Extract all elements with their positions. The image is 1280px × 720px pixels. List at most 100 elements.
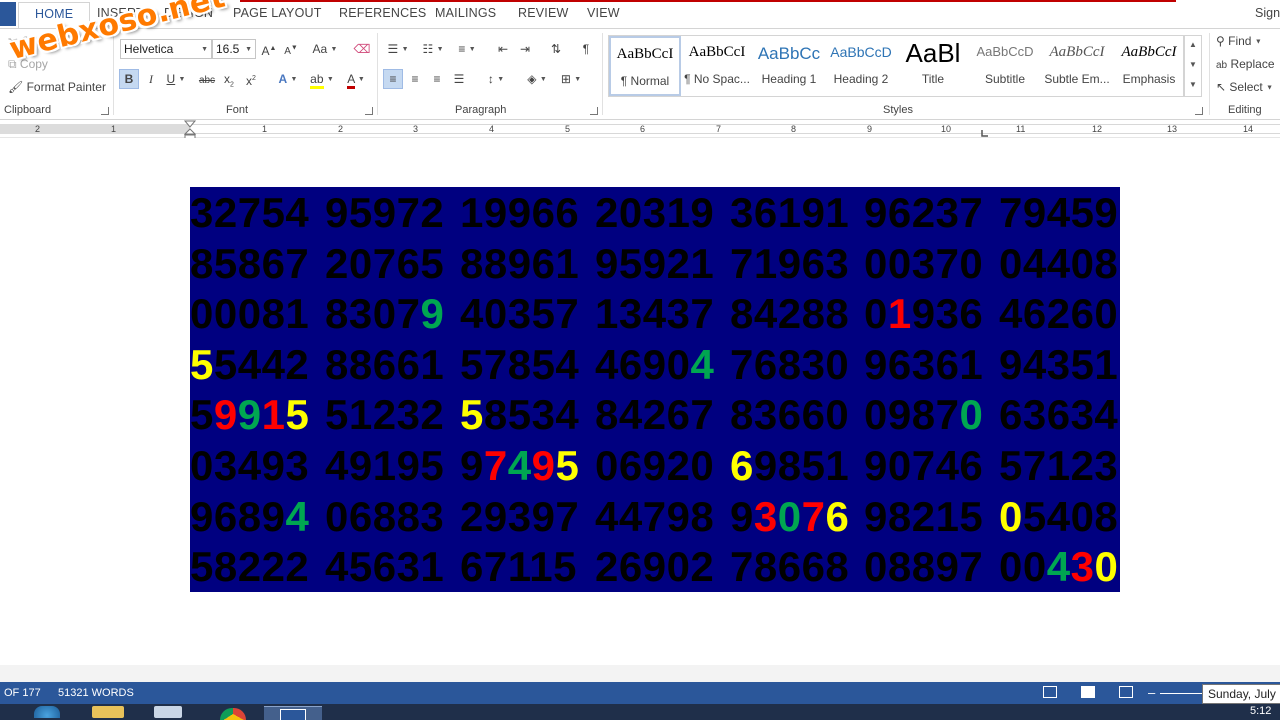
digit-segment: 5 — [190, 391, 214, 438]
style-normal[interactable]: AaBbCcI ¶ Normal — [609, 36, 681, 96]
font-name-combo[interactable]: Helvetica ▼ — [120, 39, 212, 59]
bold-button[interactable]: B — [119, 69, 139, 89]
zoom-slider[interactable] — [1160, 693, 1202, 694]
increase-indent-button[interactable]: ⇥ — [515, 39, 535, 59]
taskbar-clock[interactable]: 5:12 — [1250, 705, 1271, 717]
file-explorer-icon[interactable] — [92, 706, 124, 718]
horizontal-ruler[interactable]: 2 1 1 2 3 4 5 6 7 8 9 10 11 12 13 14 — [0, 120, 1280, 141]
bullets-button[interactable]: ☰ ▼ — [383, 39, 413, 59]
print-layout-icon[interactable] — [1081, 686, 1095, 698]
numbering-button[interactable]: ☷ ▼ — [418, 39, 448, 59]
styles-gallery-scroll[interactable]: ▲ ▼ ▼ — [1184, 35, 1202, 97]
tab-view[interactable]: VIEW — [587, 6, 620, 20]
select-button[interactable]: ↖ Select ▼ — [1216, 80, 1273, 94]
number-group: 05408 — [999, 493, 1118, 541]
digit-segment: 7 — [801, 493, 826, 540]
style-heading-2[interactable]: AaBbCcD Heading 2 — [825, 36, 897, 96]
digit-segment: 88961 — [460, 240, 580, 287]
style-subtitle[interactable]: AaBbCcD Subtitle — [969, 36, 1041, 96]
show-marks-button[interactable]: ¶ — [576, 39, 596, 59]
style-subtle-emphasis[interactable]: AaBbCcI Subtle Em... — [1041, 36, 1113, 96]
text-effects-button[interactable]: A ▼ — [274, 69, 302, 89]
align-center-button[interactable]: ≡ — [405, 69, 425, 89]
number-group: 67115 — [460, 543, 577, 591]
font-size-combo[interactable]: 16.5 ▼ — [212, 39, 256, 59]
tab-page-layout[interactable]: PAGE LAYOUT — [233, 6, 322, 20]
change-case-button[interactable]: Aa ▼ — [310, 39, 340, 59]
digit-segment: 45631 — [325, 543, 445, 590]
document-canvas[interactable]: 32754 95972 19966 20319 36191 96237 79459 85867… — [0, 138, 1280, 682]
number-group: 96894 — [190, 493, 309, 541]
number-row: 00081 83079 40357 13437 84288 01936 46260 — [190, 290, 1120, 338]
font-name-value: Helvetica — [124, 42, 174, 56]
font-launcher-icon[interactable] — [365, 107, 373, 115]
font-color-button[interactable]: A ▼ — [340, 69, 372, 89]
multilevel-list-button[interactable]: ≡ ▼ — [452, 39, 482, 59]
chevron-up-icon[interactable]: ▲ — [1189, 40, 1197, 49]
sort-button[interactable]: ⇅ — [546, 39, 566, 59]
digit-segment: 20319 — [595, 189, 715, 236]
style-title[interactable]: AaBl Title — [897, 36, 969, 96]
justify-button[interactable]: ☰ — [449, 69, 469, 89]
style-name: Subtitle — [984, 72, 1026, 86]
digit-segment: 84267 — [595, 391, 715, 438]
clipboard-launcher-icon[interactable] — [101, 107, 109, 115]
more-styles-icon[interactable]: ▼ — [1189, 80, 1197, 89]
style-no-spacing[interactable]: AaBbCcI ¶ No Spac... — [681, 36, 753, 96]
align-left-button[interactable]: ≡ — [383, 69, 403, 89]
app-icon[interactable] — [154, 706, 182, 718]
number-group: 45631 — [325, 543, 444, 591]
number-group: 03493 — [190, 442, 309, 490]
paragraph-launcher-icon[interactable] — [590, 107, 598, 115]
start-orb-icon[interactable] — [34, 706, 60, 718]
tab-review[interactable]: REVIEW — [518, 6, 569, 20]
line-spacing-button[interactable]: ↕ ▼ — [481, 69, 511, 89]
shading-button[interactable]: ◈ ▼ — [522, 69, 552, 89]
right-indent-icon[interactable] — [980, 128, 990, 138]
shrink-font-button[interactable]: A▼ — [281, 39, 301, 59]
number-group: 44798 — [595, 493, 714, 541]
styles-gallery: AaBbCcI ¶ Normal AaBbCcI ¶ No Spac... Aa… — [608, 35, 1184, 97]
file-tab[interactable] — [0, 2, 16, 26]
chevron-down-icon[interactable]: ▼ — [1189, 60, 1197, 69]
borders-button[interactable]: ⊞ ▼ — [556, 69, 586, 89]
number-group: 69851 — [730, 442, 849, 490]
chrome-taskbar-item[interactable] — [204, 706, 262, 720]
number-group: 95921 — [595, 240, 714, 288]
digit-segment: 4 — [285, 493, 310, 540]
decrease-indent-button[interactable]: ⇤ — [493, 39, 513, 59]
web-layout-icon[interactable] — [1119, 686, 1133, 698]
number-row: 03493 49195 97495 06920 69851 90746 57123 — [190, 442, 1120, 490]
sign-in-link[interactable]: Sign — [1255, 6, 1280, 20]
read-mode-icon[interactable] — [1043, 686, 1057, 698]
number-row: 85867 20765 88961 95921 71963 00370 04408 — [190, 240, 1120, 288]
align-right-button[interactable]: ≡ — [427, 69, 447, 89]
superscript-button[interactable]: x2 — [241, 69, 261, 89]
format-painter-button[interactable]: 🖌 Format Painter — [8, 80, 106, 94]
highlight-color-button[interactable]: ab ▼ — [306, 69, 338, 89]
bold-icon: B — [124, 72, 134, 86]
italic-button[interactable]: I — [141, 69, 161, 89]
subscript-button[interactable]: x2 — [219, 69, 239, 89]
strikethrough-button[interactable]: abc — [197, 69, 217, 89]
style-emphasis[interactable]: AaBbCcI Emphasis — [1113, 36, 1185, 96]
number-row: 55442 88661 57854 46904 76830 96361 94351 — [190, 341, 1120, 389]
clear-formatting-button[interactable]: ⌫ — [352, 39, 372, 59]
windows-taskbar: 5:12 — [0, 704, 1280, 720]
tab-references[interactable]: REFERENCES — [339, 6, 426, 20]
word-taskbar-item[interactable] — [264, 706, 322, 720]
zoom-out-icon[interactable]: – — [1148, 685, 1155, 700]
system-tray-icons[interactable] — [1165, 710, 1225, 718]
find-button[interactable]: ⚲ Find ▼ — [1216, 34, 1262, 48]
chevron-down-icon: ▼ — [401, 45, 409, 53]
style-heading-1[interactable]: AaBbCc Heading 1 — [753, 36, 825, 96]
underline-button[interactable]: U ▼ — [163, 69, 189, 89]
grow-font-button[interactable]: A▲ — [259, 39, 279, 59]
styles-launcher-icon[interactable] — [1195, 107, 1203, 115]
digit-segment: 51232 — [325, 391, 445, 438]
replace-button[interactable]: ab Replace — [1216, 57, 1275, 71]
word-count[interactable]: 51321 WORDS — [58, 687, 134, 699]
tab-mailings[interactable]: MAILINGS — [435, 6, 496, 20]
page-count[interactable]: OF 177 — [4, 687, 41, 699]
increase-indent-icon: ⇥ — [519, 42, 531, 56]
